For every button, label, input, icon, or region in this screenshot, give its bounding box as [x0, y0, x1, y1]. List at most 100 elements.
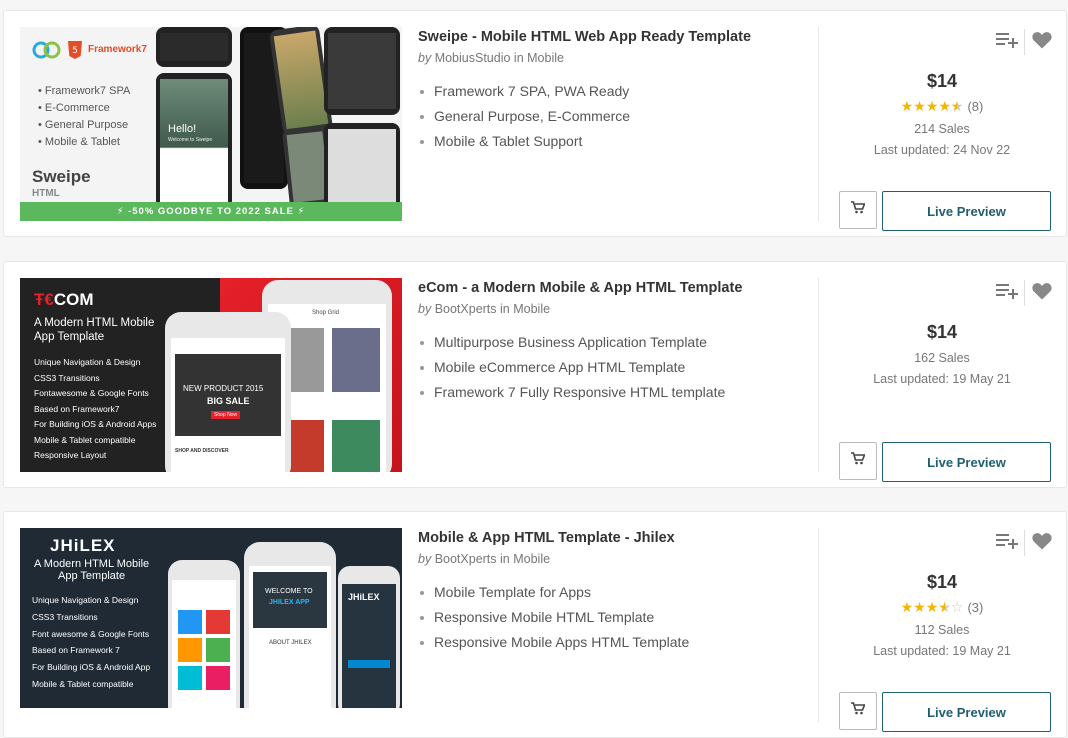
feature-item: Mobile eCommerce App HTML Template	[418, 355, 798, 380]
author-link[interactable]: BootXperts	[435, 552, 497, 566]
heart-icon	[1032, 282, 1052, 305]
item-info: Mobile & App HTML Template - Jhilex by B…	[418, 528, 798, 655]
price-box: $14 162 Sales Last updated: 19 May 21	[819, 322, 1065, 386]
feature-list: Framework 7 SPA, PWA Ready General Purpo…	[418, 79, 798, 154]
thumb-name: Sweipe	[32, 167, 91, 186]
last-updated: Last updated: 19 May 21	[873, 644, 1011, 658]
category-link[interactable]: Mobile	[513, 302, 550, 316]
rating: ★★★★★☆ (3)	[819, 599, 1065, 616]
add-to-collection-button[interactable]	[992, 280, 1022, 306]
phone-mockup	[324, 123, 400, 209]
rating-count: (3)	[967, 600, 984, 615]
feature-item: Multipurpose Business Application Templa…	[418, 330, 798, 355]
price: $14	[926, 71, 958, 91]
live-preview-button[interactable]: Live Preview	[882, 442, 1051, 482]
heart-icon	[1032, 532, 1052, 555]
star-rating-icon: ★★★★★★	[900, 98, 964, 114]
author-link[interactable]: MobiusStudio	[435, 51, 511, 65]
item-card-sweipe: 5 Framework7 • Framework7 SPA • E-Commer…	[3, 10, 1067, 237]
item-buttons: Live Preview	[839, 442, 1051, 482]
divider	[1024, 29, 1025, 55]
add-to-collection-button[interactable]	[992, 530, 1022, 556]
playlist-add-icon	[996, 283, 1018, 304]
feature-list: Mobile Template for Apps Responsive Mobi…	[418, 580, 798, 655]
phone-mockup	[324, 27, 400, 115]
favorite-button[interactable]	[1027, 29, 1057, 55]
favorite-button[interactable]	[1027, 530, 1057, 556]
favorite-button[interactable]	[1027, 280, 1057, 306]
cart-icon	[851, 452, 866, 470]
rating: ★★★★★★ (8)	[819, 98, 1065, 115]
sales-count: 214 Sales	[914, 122, 970, 136]
item-byline: by BootXperts in Mobile	[418, 302, 551, 316]
phone-mockup: Hello! Welcome to Sweipe	[156, 73, 232, 209]
thumb-sub: HTML	[32, 188, 60, 199]
add-to-cart-button[interactable]	[839, 191, 877, 229]
feature-item: Responsive Mobile HTML Template	[418, 605, 798, 630]
item-buttons: Live Preview	[839, 692, 1051, 732]
feature-item: Framework 7 SPA, PWA Ready	[418, 79, 798, 104]
price-box: $14 ★★★★★☆ (3) 112 Sales Last updated: 1…	[819, 572, 1065, 658]
feature-item: Mobile & Tablet Support	[418, 129, 798, 154]
feature-item: General Purpose, E-Commerce	[418, 104, 798, 129]
item-info: Sweipe - Mobile HTML Web App Ready Templ…	[418, 27, 798, 154]
item-side-panel: $14 ★★★★★★ (8) 214 Sales Last updated: 2…	[818, 27, 1065, 231]
add-to-collection-button[interactable]	[992, 29, 1022, 55]
feature-list: Multipurpose Business Application Templa…	[418, 330, 798, 405]
category-link[interactable]: Mobile	[527, 51, 564, 65]
category-link[interactable]: Mobile	[513, 552, 550, 566]
thumb-brand: Framework7	[88, 44, 147, 55]
phone-mockup	[156, 27, 232, 67]
item-side-panel: $14 162 Sales Last updated: 19 May 21 Li…	[818, 278, 1065, 482]
heart-icon	[1032, 31, 1052, 54]
item-byline: by MobiusStudio in Mobile	[418, 51, 564, 65]
thumb-bullets: • Framework7 SPA • E-Commerce • General …	[38, 85, 131, 148]
add-to-cart-button[interactable]	[839, 692, 877, 730]
last-updated: Last updated: 24 Nov 22	[873, 143, 1011, 157]
item-actions	[992, 530, 1057, 556]
framework7-logo	[32, 41, 62, 64]
playlist-add-icon	[996, 533, 1018, 554]
item-byline: by BootXperts in Mobile	[418, 552, 551, 566]
price-box: $14 ★★★★★★ (8) 214 Sales Last updated: 2…	[819, 71, 1065, 157]
item-thumbnail[interactable]: Ŧ€COM A Modern HTML Mobile App Template …	[20, 278, 402, 472]
divider	[1024, 530, 1025, 556]
item-thumbnail[interactable]: JHiLEX A Modern HTML Mobile App Template…	[20, 528, 402, 708]
last-updated: Last updated: 19 May 21	[873, 372, 1011, 386]
price: $14	[926, 322, 958, 342]
live-preview-button[interactable]: Live Preview	[882, 692, 1051, 732]
item-side-panel: $14 ★★★★★☆ (3) 112 Sales Last updated: 1…	[818, 528, 1065, 732]
item-title[interactable]: eCom - a Modern Mobile & App HTML Templa…	[418, 280, 798, 296]
item-actions	[992, 29, 1057, 55]
phone-mockup: JHiLEX	[338, 566, 400, 708]
thumb-bullets: Unique Navigation & Design CSS3 Transiti…	[32, 595, 151, 689]
phone-mockup	[168, 560, 240, 708]
item-card-ecom: Ŧ€COM A Modern HTML Mobile App Template …	[3, 261, 1067, 488]
sale-banner: ⚡ -50% GOODBYE TO 2022 SALE ⚡	[20, 202, 402, 221]
item-actions	[992, 280, 1057, 306]
feature-item: Responsive Mobile Apps HTML Template	[418, 630, 798, 655]
svg-text:5: 5	[72, 46, 78, 56]
feature-item: Mobile Template for Apps	[418, 580, 798, 605]
playlist-add-icon	[996, 32, 1018, 53]
item-title[interactable]: Mobile & App HTML Template - Jhilex	[418, 530, 798, 546]
phone-mockup: WELCOME TO JHILEX APP ABOUT JHILEX	[244, 542, 336, 708]
author-link[interactable]: BootXperts	[435, 302, 497, 316]
thumb-heading: App Template	[58, 570, 126, 582]
rating-count: (8)	[967, 99, 984, 114]
jhilex-logo: JHiLEX	[50, 536, 116, 555]
live-preview-button[interactable]: Live Preview	[882, 191, 1051, 231]
star-rating-icon: ★★★★★☆	[900, 599, 964, 615]
add-to-cart-button[interactable]	[839, 442, 877, 480]
thumb-bullets: Unique Navigation & Design CSS3 Transiti…	[34, 357, 157, 460]
ecom-logo: Ŧ€COM	[34, 290, 94, 309]
feature-item: Framework 7 Fully Responsive HTML templa…	[418, 380, 798, 405]
item-title[interactable]: Sweipe - Mobile HTML Web App Ready Templ…	[418, 29, 798, 45]
item-buttons: Live Preview	[839, 191, 1051, 231]
sales-count: 162 Sales	[914, 351, 970, 365]
item-thumbnail[interactable]: 5 Framework7 • Framework7 SPA • E-Commer…	[20, 27, 402, 221]
sales-count: 112 Sales	[914, 623, 970, 637]
phone-mockup: NEW PRODUCT 2015 BIG SALE Shop Now SHOP …	[165, 312, 291, 472]
cart-icon	[851, 702, 866, 720]
thumb-heading: A Modern HTML Mobile App Template	[34, 317, 155, 343]
